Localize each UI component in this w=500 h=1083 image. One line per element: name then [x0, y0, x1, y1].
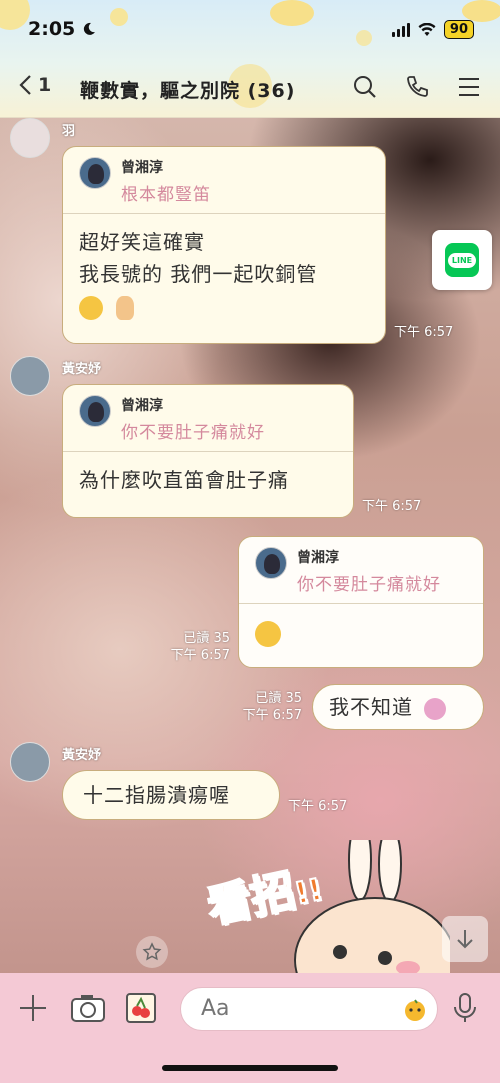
header-row: 1 鞭數實，驅之別院 (36) [0, 72, 500, 108]
nerd-face-emoji-icon [79, 295, 103, 320]
quote-avatar [79, 395, 111, 427]
message-text: 十二指腸潰瘍喔 [83, 783, 230, 807]
message-meta: 已讀 35 下午 6:57 [222, 690, 302, 724]
emoji-icon[interactable] [403, 998, 427, 1026]
battery-indicator: 90 [443, 20, 474, 39]
quote-avatar [79, 157, 111, 189]
message-bubble[interactable]: 曾湘淳 你不要肚子痛就好 [238, 536, 484, 668]
star-button[interactable] [136, 936, 168, 968]
status-indicators: 90 [391, 20, 474, 39]
chat-title: 鞭數實，驅之別院 (36) [80, 80, 296, 102]
search-icon[interactable] [352, 74, 378, 100]
status-time: 2:05 [28, 18, 96, 40]
decor-lemon [0, 0, 30, 30]
read-receipt: 已讀 35 [183, 631, 230, 646]
line-logo-text: LINE [447, 252, 477, 268]
quote-text: 你不要肚子痛就好 [121, 423, 265, 443]
unread-count: 1 [38, 74, 52, 96]
quote-sender: 曾湘淳 [121, 160, 163, 176]
avatar[interactable] [10, 742, 50, 782]
shrug-emoji-icon [424, 697, 447, 720]
moon-icon [83, 22, 95, 35]
message-bubble[interactable]: 曾湘淳 你不要肚子痛就好 為什麼吹直笛會肚子痛 [62, 384, 354, 518]
message-bubble[interactable]: 十二指腸潰瘍喔 [62, 770, 280, 820]
read-receipt: 已讀 35 [255, 691, 302, 706]
avatar[interactable] [10, 118, 50, 158]
star-icon [142, 942, 162, 961]
message-time: 下午 6:57 [242, 708, 302, 723]
reply-quote[interactable]: 曾湘淳 根本都豎笛 [63, 147, 385, 214]
reply-quote[interactable]: 曾湘淳 你不要肚子痛就好 [63, 385, 353, 452]
message-input-field[interactable] [201, 988, 401, 1028]
message-text: 我不知道 [313, 685, 483, 729]
plus-icon[interactable] [16, 991, 50, 1025]
header-actions [352, 74, 482, 100]
mic-icon[interactable] [450, 991, 484, 1025]
photo-icon[interactable] [124, 991, 158, 1025]
message-line: 超好笑這確實 [79, 230, 205, 254]
quote-sender: 曾湘淳 [297, 550, 339, 566]
quote-sender: 曾湘淳 [121, 398, 163, 414]
share-line-button[interactable]: LINE [432, 230, 492, 290]
line-logo-icon: LINE [445, 243, 479, 277]
message-meta: 已讀 35 下午 6:57 [150, 630, 230, 664]
camera-icon[interactable] [70, 991, 105, 1025]
arrow-down-icon [457, 930, 473, 949]
message-text: 超好笑這確實 我長號的 我們一起吹銅管 [63, 214, 385, 334]
decor-lemon [110, 8, 128, 26]
pointing-up-emoji-icon [116, 295, 135, 320]
quote-text: 你不要肚子痛就好 [297, 575, 441, 595]
menu-icon[interactable] [456, 74, 482, 100]
scroll-to-bottom-button[interactable] [442, 916, 488, 962]
quote-avatar [255, 547, 287, 579]
back-chevron-icon [19, 75, 31, 95]
wifi-icon [418, 22, 436, 36]
message-line: 我長號的 我們一起吹銅管 [79, 262, 318, 286]
decor-lemon [462, 0, 500, 22]
reply-quote[interactable]: 曾湘淳 你不要肚子痛就好 [239, 537, 483, 604]
message-bubble[interactable]: 曾湘淳 根本都豎笛 超好笑這確實 我長號的 我們一起吹銅管 [62, 146, 386, 344]
message-line: 我不知道 [329, 695, 413, 719]
message-text [239, 604, 483, 660]
home-indicator [162, 1065, 338, 1071]
message-input[interactable] [180, 987, 438, 1031]
header: 2:05 90 1 鞭數實，驅之別院 (36) [0, 0, 500, 118]
hand-over-mouth-emoji-icon [255, 620, 281, 647]
quote-text: 根本都豎笛 [121, 185, 211, 205]
message-time: 下午 6:57 [362, 499, 422, 514]
message-time: 下午 6:57 [170, 648, 230, 663]
message-bubble[interactable]: 我不知道 [312, 684, 484, 730]
avatar[interactable] [10, 356, 50, 396]
decor-lemon [270, 0, 314, 26]
back-button[interactable]: 1 [18, 74, 51, 96]
decor-lemon [356, 30, 372, 46]
sender-name: 羽 [62, 124, 76, 139]
sender-name: 黃安妤 [62, 748, 102, 763]
message-text: 為什麼吹直笛會肚子痛 [79, 468, 289, 492]
phone-icon[interactable] [404, 74, 430, 100]
sender-name: 黃安妤 [62, 362, 102, 377]
message-time: 下午 6:57 [394, 325, 454, 340]
message-time: 下午 6:57 [288, 799, 348, 814]
signal-icon [391, 22, 410, 37]
